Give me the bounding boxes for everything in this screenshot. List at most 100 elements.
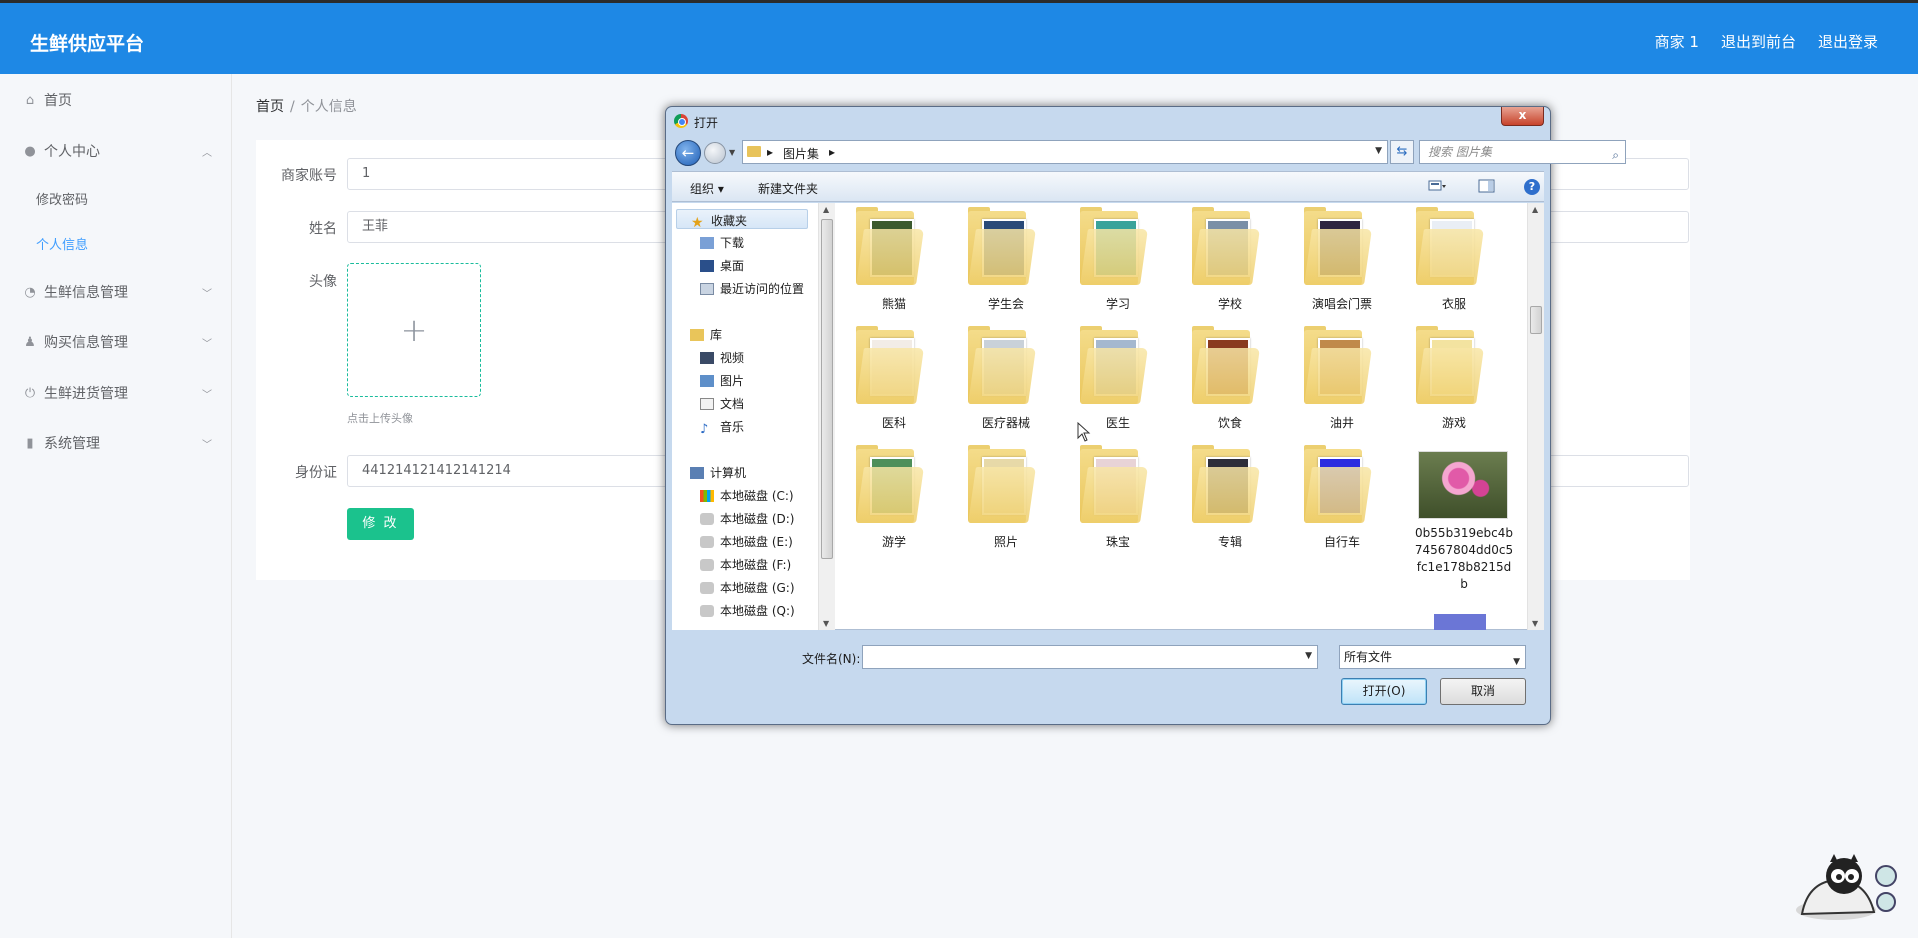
nav-drive-c[interactable]: 本地磁盘 (C:): [700, 487, 794, 504]
new-folder-button[interactable]: 新建文件夹: [758, 180, 818, 197]
folder-item[interactable]: 饮食: [1176, 322, 1284, 440]
scroll-down-icon[interactable]: ▼: [823, 619, 829, 628]
nav-computer[interactable]: 计算机: [690, 464, 746, 481]
nav-recent[interactable]: 最近访问的位置: [700, 280, 804, 297]
folder-item[interactable]: 油井: [1288, 322, 1396, 440]
nav-favorites[interactable]: ★ 收藏夹: [676, 209, 808, 231]
folder-name: 油井: [1329, 416, 1354, 430]
person-icon: ♟: [24, 334, 36, 350]
scroll-down-icon[interactable]: ▼: [1532, 619, 1538, 628]
nav-label: 本地磁盘 (D:): [720, 512, 795, 526]
partial-file-item[interactable]: [1400, 614, 1508, 630]
address-segment-folder[interactable]: 图片集: [783, 145, 819, 162]
nav-label: 本地磁盘 (E:): [720, 535, 793, 549]
merchant-user-link[interactable]: 商家 1: [1655, 31, 1699, 52]
folder-item[interactable]: 医科: [840, 322, 948, 440]
help-button[interactable]: ?: [1524, 179, 1540, 195]
upload-tip: 点击上传头像: [347, 412, 413, 425]
address-bar[interactable]: ▸ 图片集 ▸ ▼: [742, 140, 1388, 164]
nav-downloads[interactable]: 下载: [700, 234, 744, 251]
folder-icon: [1416, 207, 1486, 287]
folder-item[interactable]: 熊猫: [840, 203, 948, 321]
cancel-button[interactable]: 取消: [1440, 678, 1526, 705]
nav-drive-e[interactable]: 本地磁盘 (E:): [700, 533, 793, 550]
nav-desktop[interactable]: 桌面: [700, 257, 744, 274]
refresh-button[interactable]: ⇆: [1390, 140, 1414, 164]
sidebar-item-purchase-info[interactable]: ♟ 购买信息管理 ﹀: [0, 322, 232, 362]
sidebar-item-system[interactable]: ▮ 系统管理 ﹀: [0, 423, 232, 463]
cat-mascot-icon[interactable]: [1788, 852, 1900, 922]
nav-library[interactable]: 库: [690, 326, 722, 343]
back-to-frontend-link[interactable]: 退出到前台: [1721, 31, 1796, 52]
folder-item[interactable]: 珠宝: [1064, 441, 1172, 559]
chevron-down-icon: ﹀: [202, 389, 212, 401]
folder-name: 照片: [993, 535, 1018, 549]
dialog-close-button[interactable]: x: [1501, 107, 1544, 126]
preview-pane-icon[interactable]: [1478, 178, 1496, 194]
folder-item[interactable]: 自行车: [1288, 441, 1396, 559]
organize-menu[interactable]: 组织 ▾: [690, 180, 724, 197]
name-label: 姓名: [309, 221, 337, 237]
folder-item[interactable]: 游戏: [1400, 322, 1508, 440]
search-input[interactable]: 搜索 图片集 ⌕: [1419, 140, 1626, 164]
nav-music[interactable]: ♪ 音乐: [700, 418, 744, 437]
computer-icon: [690, 467, 704, 479]
nav-pane-scrollbar[interactable]: ▲ ▼: [818, 203, 835, 630]
folder-item[interactable]: 照片: [952, 441, 1060, 559]
scroll-up-icon[interactable]: ▲: [823, 205, 829, 214]
back-button[interactable]: ←: [675, 140, 701, 166]
modify-button[interactable]: 修 改: [347, 508, 414, 540]
folder-item[interactable]: 学生会: [952, 203, 1060, 321]
address-dropdown-icon[interactable]: ▼: [1375, 146, 1382, 156]
avatar-uploader[interactable]: +: [347, 263, 481, 397]
folder-item[interactable]: 学校: [1176, 203, 1284, 321]
nav-drive-f[interactable]: 本地磁盘 (F:): [700, 556, 791, 573]
nav-drive-d[interactable]: 本地磁盘 (D:): [700, 510, 794, 527]
filetype-select[interactable]: 所有文件 ▼: [1339, 645, 1526, 669]
chevron-down-icon: ﹀: [202, 338, 212, 350]
folder-item[interactable]: 演唱会门票: [1288, 203, 1396, 321]
sidebar-item-change-password[interactable]: 修改密码: [0, 177, 232, 217]
folder-item[interactable]: 医疗器械: [952, 322, 1060, 440]
history-dropdown-icon[interactable]: ▼: [729, 148, 735, 157]
nav-drive-q[interactable]: 本地磁盘 (Q:): [700, 602, 795, 619]
address-root-arrow[interactable]: ▸: [767, 145, 773, 159]
folder-name: 游戏: [1441, 416, 1466, 430]
folder-name: 学习: [1105, 297, 1130, 311]
nav-label: 桌面: [720, 259, 745, 273]
sidebar-item-personal-center[interactable]: ● 个人中心 ︿: [0, 131, 232, 171]
folder-item[interactable]: 游学: [840, 441, 948, 559]
folder-name: 学校: [1217, 297, 1242, 311]
sidebar-item-personal-info[interactable]: 个人信息: [0, 222, 232, 262]
nav-videos[interactable]: 视频: [700, 349, 744, 366]
address-segment-arrow[interactable]: ▸: [829, 145, 835, 159]
scroll-thumb[interactable]: [1530, 306, 1542, 334]
image-file-item[interactable]: 0b55b319ebc4b74567804dd0c5fc1e178b8215db: [1400, 441, 1513, 591]
sidebar-item-home[interactable]: ⌂ 首页: [0, 80, 232, 120]
scroll-thumb[interactable]: [821, 219, 833, 559]
bar-chart-icon: ▮: [26, 435, 34, 451]
open-button[interactable]: 打开(O): [1341, 678, 1427, 705]
nav-documents[interactable]: 文档: [700, 395, 744, 412]
folder-item[interactable]: 衣服: [1400, 203, 1508, 321]
user-icon: ●: [24, 143, 36, 159]
sidebar-item-fresh-info[interactable]: ◔ 生鲜信息管理 ﹀: [0, 272, 232, 312]
sidebar-item-stock-in[interactable]: ⏻ 生鲜进货管理 ﹀: [0, 373, 232, 413]
folder-item[interactable]: 学习: [1064, 203, 1172, 321]
scroll-up-icon[interactable]: ▲: [1532, 205, 1538, 214]
filename-dropdown-icon[interactable]: ▼: [1305, 651, 1312, 661]
file-list-scrollbar[interactable]: ▲ ▼: [1527, 203, 1544, 630]
filename-input[interactable]: ▼: [862, 645, 1318, 669]
view-options-icon[interactable]: [1428, 178, 1446, 194]
breadcrumb-current: 个人信息: [300, 99, 357, 115]
nav-drive-g[interactable]: 本地磁盘 (G:): [700, 579, 795, 596]
file-list: 熊猫 学生会 学习 学校 演唱会门票 衣服 医科 医疗器械 医生 饮食 油井 游戏 游学 照片 珠宝 专辑 自行…: [840, 203, 1526, 630]
image-thumbnail: [1418, 451, 1508, 519]
logout-link[interactable]: 退出登录: [1818, 31, 1878, 52]
forward-button[interactable]: [704, 142, 726, 164]
nav-label: 下载: [720, 236, 745, 250]
breadcrumb-home[interactable]: 首页: [256, 99, 284, 115]
sidebar-item-label: 购买信息管理: [44, 335, 128, 351]
nav-pictures[interactable]: 图片: [700, 372, 744, 389]
folder-item[interactable]: 专辑: [1176, 441, 1284, 559]
